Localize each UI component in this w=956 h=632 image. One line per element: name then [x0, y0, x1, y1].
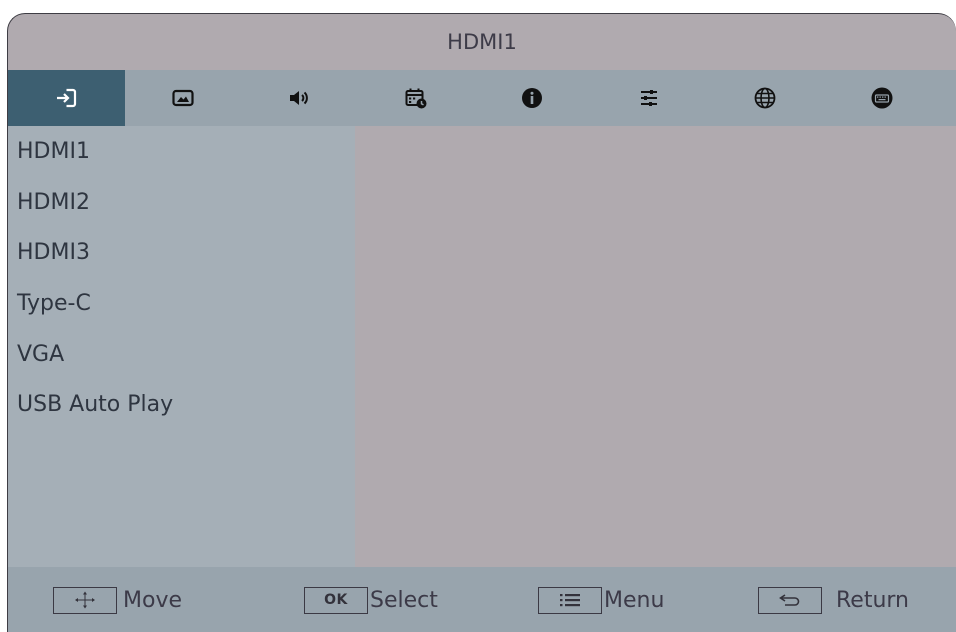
hint-select: OK Select [304, 567, 438, 632]
adjust-settings-icon [640, 90, 657, 106]
tab-audio[interactable] [241, 70, 358, 126]
menu-key [538, 586, 602, 614]
hint-move-label: Move [123, 587, 182, 613]
keyboard-icon [871, 87, 893, 109]
footer-hint-bar: Move OK Select Menu Return [8, 567, 956, 632]
menu-list-icon [560, 594, 580, 607]
tab-information[interactable] [474, 70, 591, 126]
tab-network[interactable] [707, 70, 824, 126]
tab-input[interactable] [8, 70, 125, 126]
source-item-usb-auto-play[interactable]: USB Auto Play [8, 379, 355, 430]
source-item-type-c[interactable]: Type-C [8, 278, 355, 329]
return-arrow-icon [779, 594, 800, 606]
tab-schedule[interactable] [358, 70, 475, 126]
globe-icon [754, 87, 776, 109]
tab-picture[interactable] [125, 70, 242, 126]
source-item-hdmi3[interactable]: HDMI3 [8, 227, 355, 278]
detail-pane [355, 126, 956, 567]
move-key [53, 586, 117, 614]
return-key [758, 586, 822, 614]
hint-select-label: Select [370, 587, 438, 613]
schedule-icon [405, 88, 427, 109]
input-source-icon [57, 88, 77, 108]
tab-keyboard[interactable] [824, 70, 941, 126]
speaker-icon [290, 91, 309, 105]
source-item-vga[interactable]: VGA [8, 329, 355, 380]
menu-title: HDMI1 [447, 30, 517, 54]
ok-key-label: OK [324, 592, 348, 608]
move-arrows-icon [75, 591, 95, 609]
menu-tab-bar [8, 70, 956, 126]
picture-icon [172, 89, 194, 107]
source-item-hdmi1[interactable]: HDMI1 [8, 126, 355, 177]
info-icon [522, 88, 543, 108]
hint-return-label: Return [836, 587, 910, 613]
hint-menu: Menu [538, 567, 664, 632]
source-item-hdmi2[interactable]: HDMI2 [8, 177, 355, 228]
ok-key: OK [304, 586, 368, 614]
input-source-list: HDMI1 HDMI2 HDMI3 Type-C VGA USB Auto Pl… [8, 126, 355, 567]
osd-menu: HDMI1 HDMI1 HDMI2 HDMI3 Type-C VGA USB A… [7, 13, 956, 632]
hint-return: Return [758, 567, 909, 632]
hint-menu-label: Menu [604, 587, 665, 613]
tab-adjust[interactable] [591, 70, 708, 126]
hint-move: Move [53, 567, 182, 632]
